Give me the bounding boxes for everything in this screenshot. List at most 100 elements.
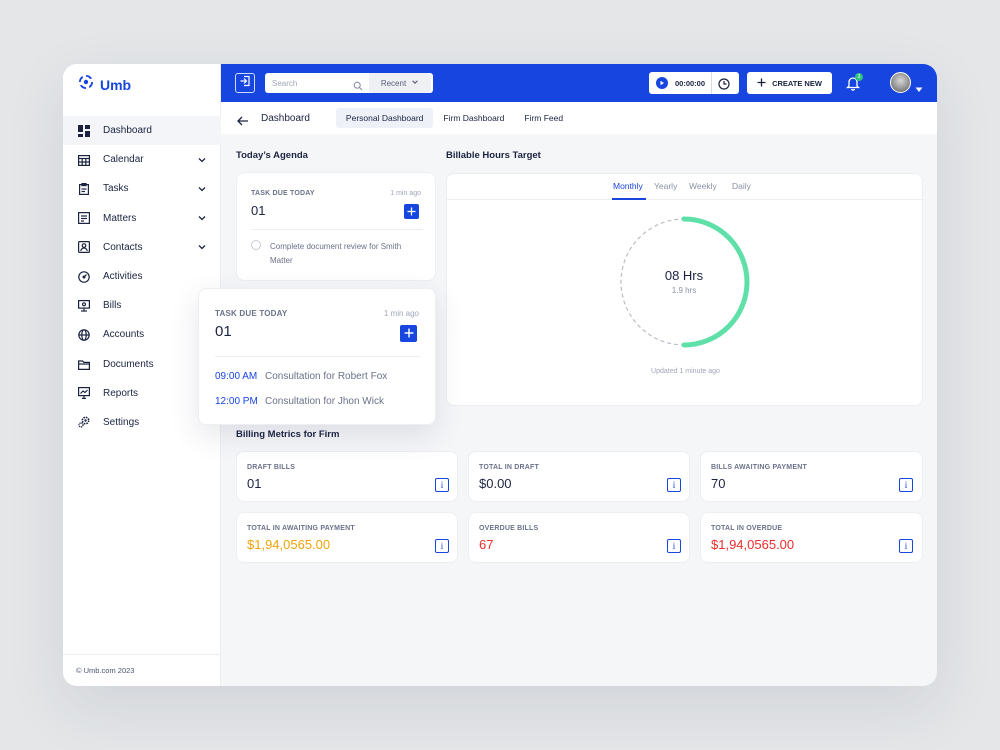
back-arrow-icon[interactable]: [237, 113, 249, 126]
metric-value: 01: [247, 476, 262, 491]
calendar-icon: [77, 153, 91, 167]
plus-icon: [757, 78, 766, 89]
tab-daily[interactable]: Daily: [732, 181, 751, 191]
chevron-down-icon: [411, 78, 419, 88]
chevron-down-icon[interactable]: [197, 242, 207, 252]
info-icon[interactable]: i: [435, 539, 449, 553]
sidebar-item-calendar[interactable]: Calendar: [63, 145, 221, 174]
billable-title: Billable Hours Target: [446, 150, 541, 161]
metric-card-total-in-draft: TOTAL IN DRAFT $0.00 i: [468, 451, 690, 502]
sidebar-item-label: Reports: [103, 387, 139, 399]
timer-readout: 00:00:00: [675, 78, 706, 88]
metric-value: 67: [479, 537, 494, 552]
chevron-down-icon[interactable]: [197, 155, 207, 165]
clock-icon[interactable]: [718, 77, 730, 90]
copyright-text: © Umb.com 2023: [63, 654, 221, 686]
agenda-title: Today’s Agenda: [236, 150, 308, 161]
divider: [251, 229, 423, 230]
info-icon[interactable]: i: [435, 478, 449, 492]
tab-firm-dashboard[interactable]: Firm Dashboard: [433, 108, 514, 128]
chevron-down-icon[interactable]: [197, 213, 207, 223]
info-icon[interactable]: i: [899, 539, 913, 553]
chevron-down-icon[interactable]: [197, 184, 207, 194]
agenda-item-time: 09:00 AM: [215, 371, 258, 382]
agenda-card: TASK DUE TODAY 1 min ago 01 Complete doc…: [236, 172, 436, 281]
info-icon[interactable]: i: [899, 478, 913, 492]
metric-card-overdue-bills: OVERDUE BILLS 67 i: [468, 512, 690, 563]
gauge-icon: [77, 270, 91, 284]
updated-text: Updated 1 minute ago: [651, 368, 720, 375]
metric-card-total-overdue: TOTAL IN OVERDUE $1,94,0565.00 i: [700, 512, 923, 563]
billing-title: Billing Metrics for Firm: [236, 429, 340, 440]
task-caption: TASK DUE TODAY: [251, 190, 315, 197]
metric-value: 70: [711, 476, 726, 491]
info-icon[interactable]: i: [667, 478, 681, 492]
sidebar-item-label: Accounts: [103, 329, 145, 341]
agenda-popup-card: TASK DUE TODAY 1 min ago 01 09:00 AM Con…: [198, 288, 436, 425]
tab-yearly[interactable]: Yearly: [654, 181, 677, 191]
active-tab-indicator: [612, 198, 646, 200]
agenda-item-text[interactable]: Consultation for Jhon Wick: [265, 396, 384, 407]
sidebar-item-label: Bills: [103, 300, 122, 312]
hours-logged: 1.9 hrs: [671, 286, 697, 295]
gear-icon: [77, 415, 91, 429]
search-input[interactable]: [265, 78, 351, 88]
tab-weekly[interactable]: Weekly: [689, 181, 717, 191]
sidebar-item-dashboard[interactable]: Dashboard: [63, 116, 221, 146]
logo-icon: [78, 74, 94, 95]
create-new-button[interactable]: CREATE NEW: [747, 72, 832, 94]
divider: [215, 356, 421, 357]
logo[interactable]: Umb: [78, 74, 131, 95]
search-icon[interactable]: [353, 78, 363, 91]
plus-icon: [404, 325, 414, 343]
agenda-item-time: 12:00 PM: [215, 396, 258, 407]
avatar[interactable]: [890, 72, 911, 93]
sidebar-item-label: Calendar: [103, 154, 144, 166]
sidebar-item-label: Contacts: [103, 241, 143, 253]
info-icon[interactable]: i: [667, 539, 681, 553]
sidebar-item-activities[interactable]: Activities: [63, 262, 221, 291]
billable-card: Monthly Yearly Weekly Daily 08 Hrs 1.9 h…: [446, 173, 924, 406]
hours-target: 08 Hrs: [664, 268, 704, 283]
sidebar-item-label: Dashboard: [103, 125, 152, 137]
tab-personal-dashboard[interactable]: Personal Dashboard: [335, 108, 434, 128]
tab-firm-feed[interactable]: Firm Feed: [514, 108, 573, 128]
sidebar-item-contacts[interactable]: Contacts: [63, 233, 221, 262]
plus-icon: [407, 203, 416, 221]
task-count: 01: [215, 323, 232, 340]
recent-dropdown[interactable]: Recent: [369, 73, 431, 93]
dashboard-icon: [77, 124, 91, 138]
metric-value: $0.00: [479, 476, 512, 491]
briefcase-icon: [77, 211, 91, 225]
notification-badge: 3: [855, 73, 863, 81]
monitor-icon: [77, 386, 91, 400]
metric-label: TOTAL IN OVERDUE: [711, 525, 783, 532]
search-bar: Recent: [265, 73, 433, 93]
sidebar-item-tasks[interactable]: Tasks: [63, 174, 221, 203]
sidebar-item-label: Matters: [103, 212, 137, 224]
app-window: Umb Dashboard Calendar Tasks Matters Con…: [63, 64, 937, 686]
timer-divider: [711, 72, 712, 94]
agenda-item-text[interactable]: Consultation for Robert Fox: [265, 371, 387, 382]
contacts-icon: [77, 240, 91, 254]
sidebar-item-label: Documents: [103, 358, 154, 370]
bill-icon: [77, 299, 91, 313]
time-tracker: 00:00:00: [649, 72, 739, 94]
billable-tabs: Monthly Yearly Weekly Daily: [447, 174, 924, 200]
task-text: Complete document review for Smith Matte…: [270, 242, 402, 265]
metric-label: DRAFT BILLS: [247, 464, 296, 471]
exit-button[interactable]: [235, 73, 255, 93]
add-task-button[interactable]: [404, 204, 419, 219]
clipboard-icon: [77, 182, 91, 196]
sidebar-item-matters[interactable]: Matters: [63, 204, 221, 233]
caret-down-icon[interactable]: [915, 80, 923, 92]
tab-monthly[interactable]: Monthly: [613, 181, 643, 191]
sub-navigation: Dashboard Personal Dashboard Firm Dashbo…: [221, 102, 937, 134]
play-icon[interactable]: [656, 77, 668, 89]
metric-card-bills-awaiting: BILLS AWAITING PAYMENT 70 i: [700, 451, 923, 502]
add-task-button[interactable]: [400, 325, 417, 342]
metric-label: OVERDUE BILLS: [479, 525, 539, 532]
metric-value: $1,94,0565.00: [711, 537, 795, 552]
logo-text: Umb: [100, 76, 132, 93]
task-checkbox[interactable]: [251, 240, 261, 250]
